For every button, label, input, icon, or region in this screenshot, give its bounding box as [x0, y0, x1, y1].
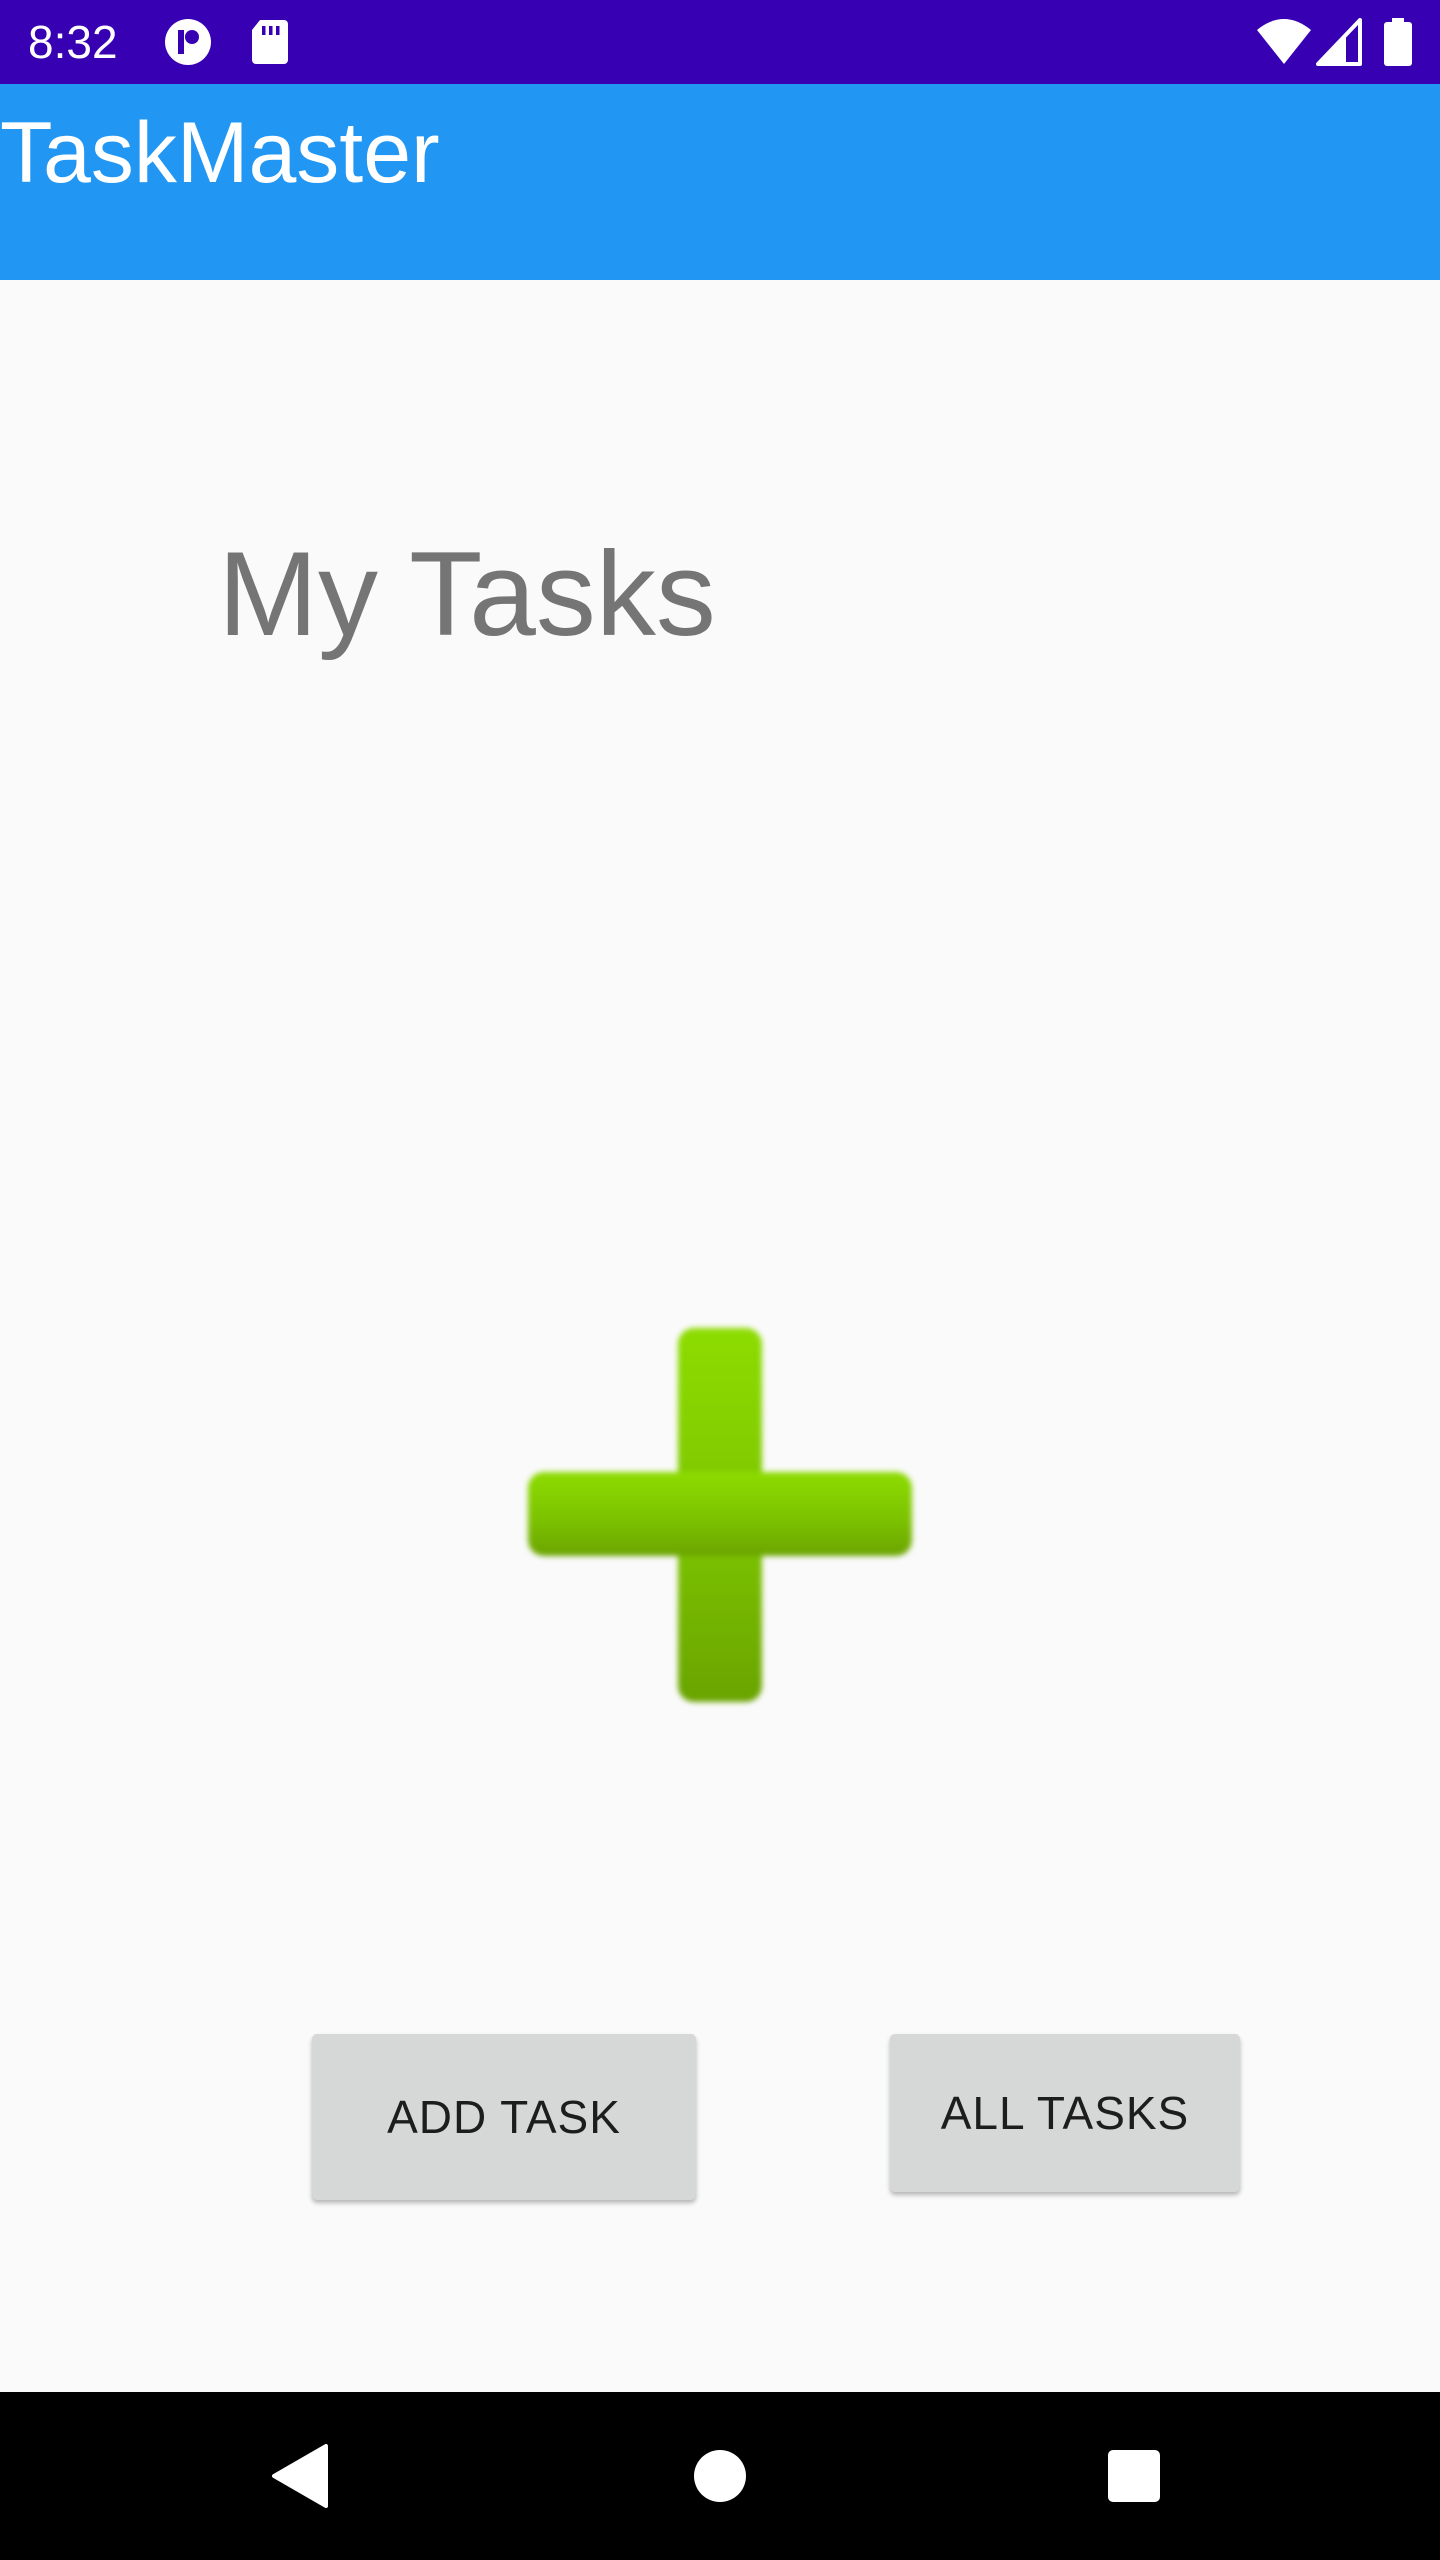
back-icon[interactable] [260, 2436, 340, 2516]
cell-signal-icon [1316, 18, 1362, 66]
add-task-button[interactable]: ADD TASK [312, 2034, 696, 2200]
app-notification-icon [165, 19, 211, 65]
navigation-bar [0, 2392, 1440, 2560]
main-content: My Tasks ADD TASK ALL TASKS [0, 280, 1440, 2392]
recents-icon[interactable] [1094, 2436, 1174, 2516]
page-title: My Tasks [218, 527, 716, 661]
wifi-icon [1257, 19, 1311, 64]
home-icon[interactable] [680, 2436, 760, 2516]
sd-card-icon [252, 20, 288, 64]
app-bar: TaskMaster [0, 84, 1440, 280]
all-tasks-button[interactable]: ALL TASKS [890, 2034, 1240, 2192]
app-title: TaskMaster [0, 105, 440, 201]
green-plus-icon [528, 1328, 912, 1702]
status-bar: 8:32 [0, 0, 1440, 84]
status-time: 8:32 [28, 16, 118, 68]
battery-icon [1384, 18, 1412, 66]
